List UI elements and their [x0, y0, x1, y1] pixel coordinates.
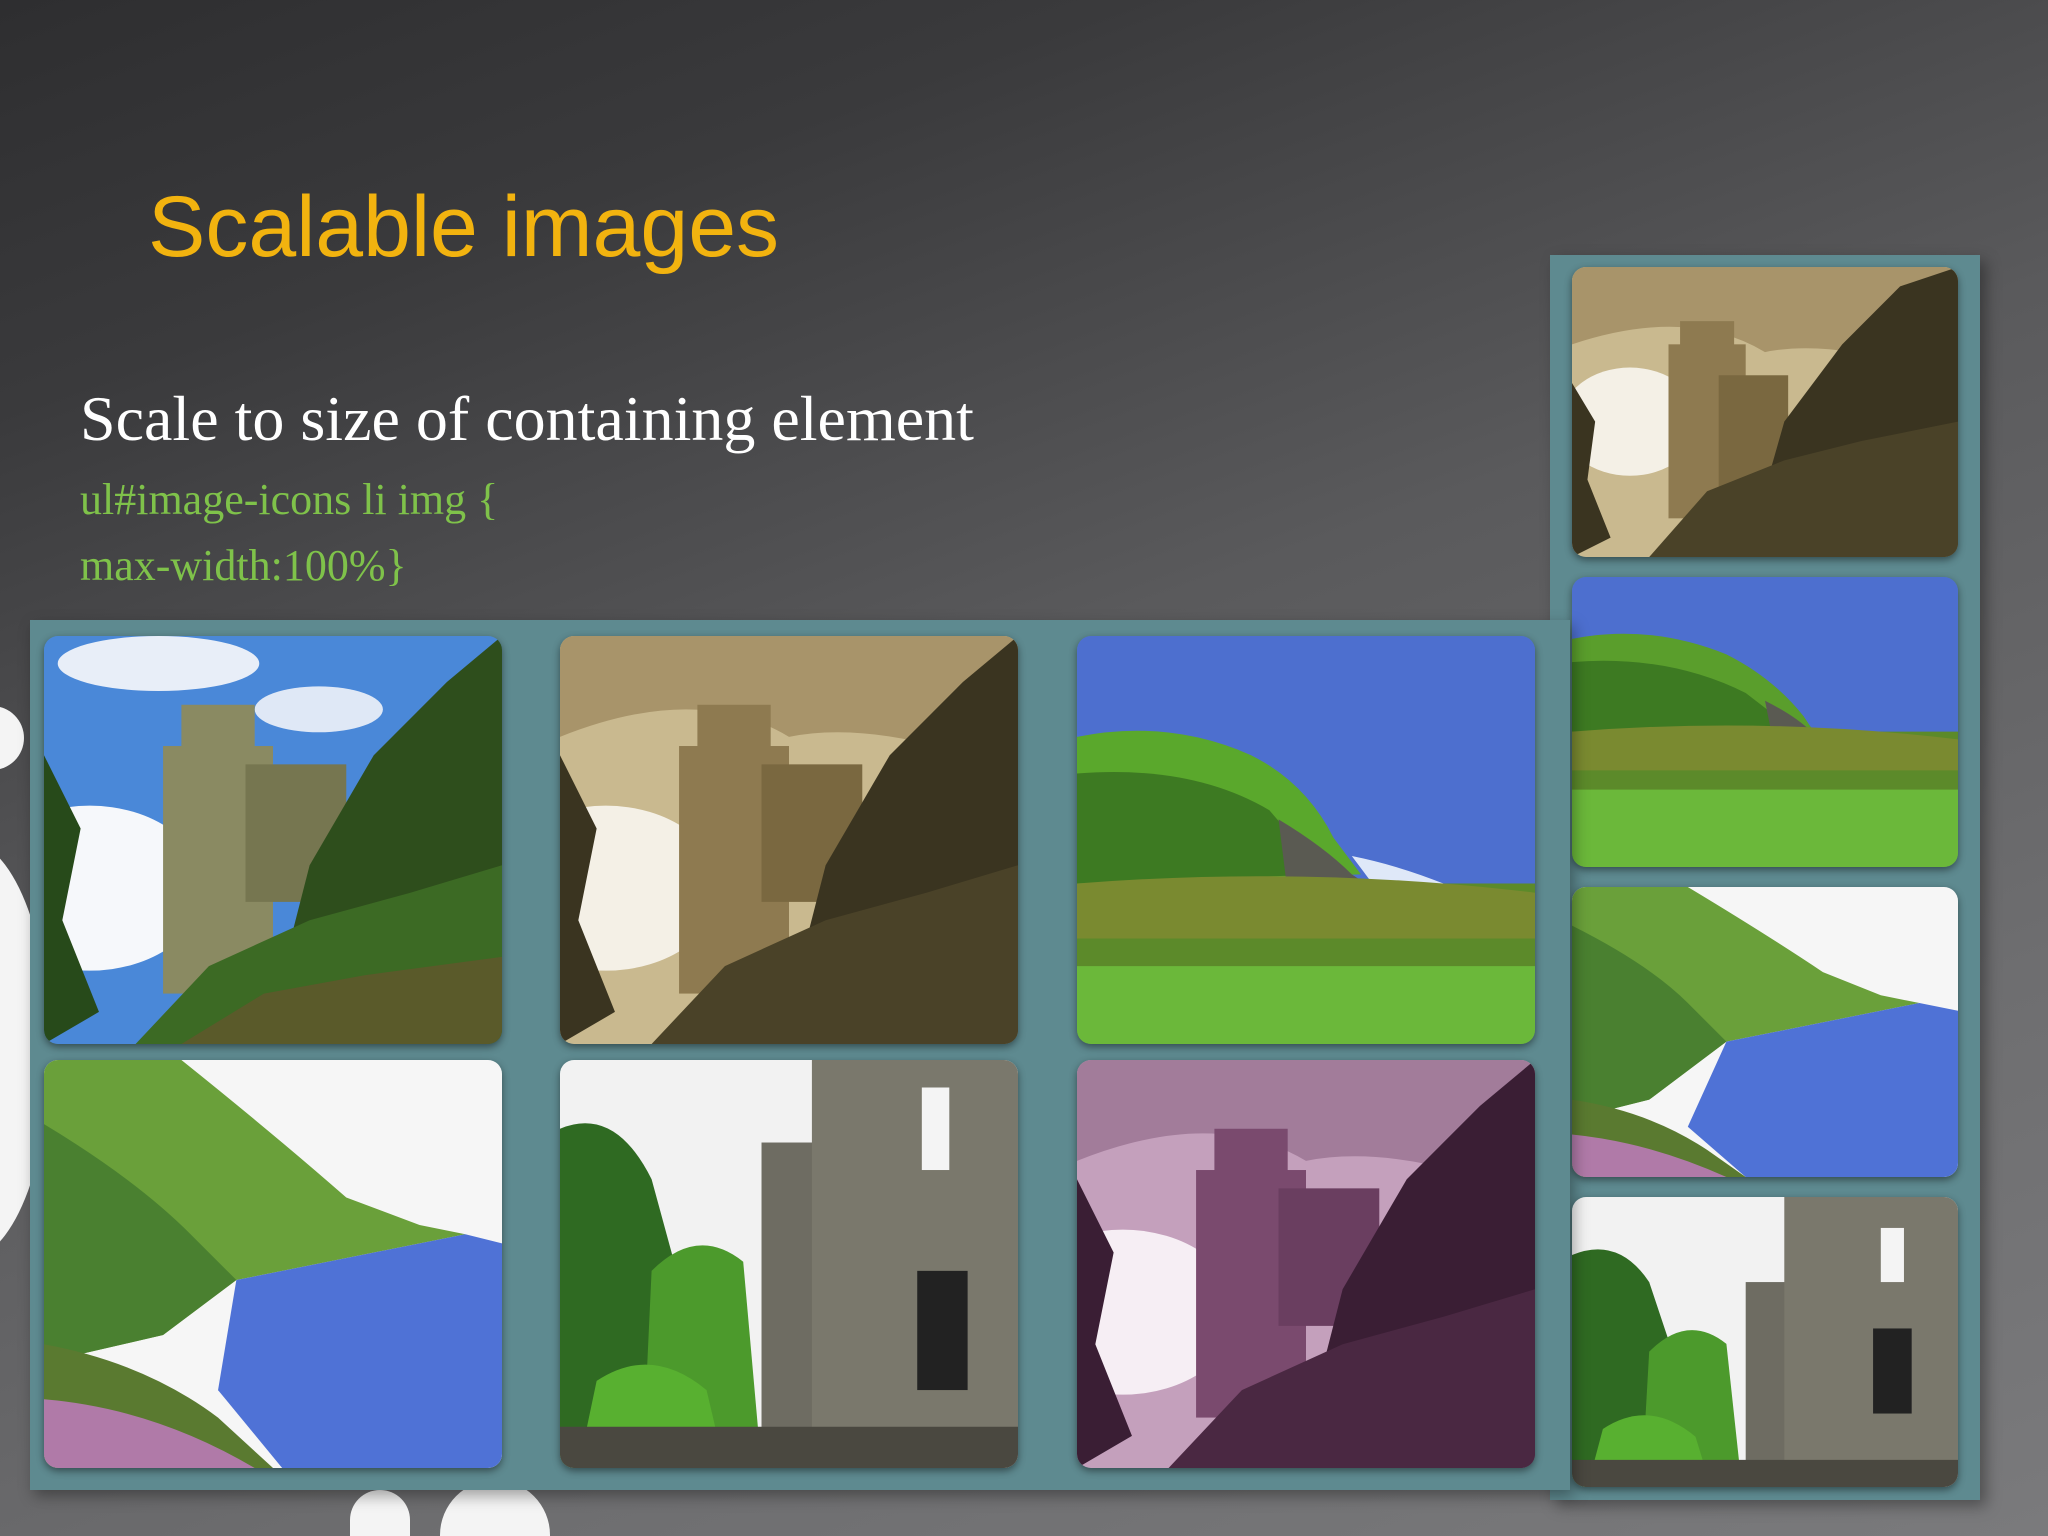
image-coast-cliffs [1572, 577, 1958, 867]
slide: Scalable images Scale to size of contain… [0, 0, 2048, 1536]
image-ruined-tower [560, 1060, 1018, 1468]
decorative-blob [0, 706, 24, 770]
image-castle-cliff-purple [1077, 1060, 1535, 1468]
slide-title: Scalable images [148, 179, 780, 275]
slide-subtitle: Scale to size of containing element [80, 383, 974, 454]
image-coast-cliffs [1077, 636, 1535, 1044]
image-icons-grid [30, 620, 1570, 1490]
decorative-blob [350, 1490, 410, 1536]
image-coastline-lake [1572, 887, 1958, 1177]
image-ruined-tower [1572, 1197, 1958, 1487]
image-coastline-lake [44, 1060, 502, 1468]
image-castle-cliff-sepia [560, 636, 1018, 1044]
image-icons-narrow-list [1550, 255, 1980, 1500]
image-castle-cliff-sepia [1572, 267, 1958, 557]
code-line-selector: ul#image-icons li img { [80, 475, 499, 524]
code-line-rule: max-width:100%} [80, 541, 407, 590]
image-castle-cliff-color [44, 636, 502, 1044]
